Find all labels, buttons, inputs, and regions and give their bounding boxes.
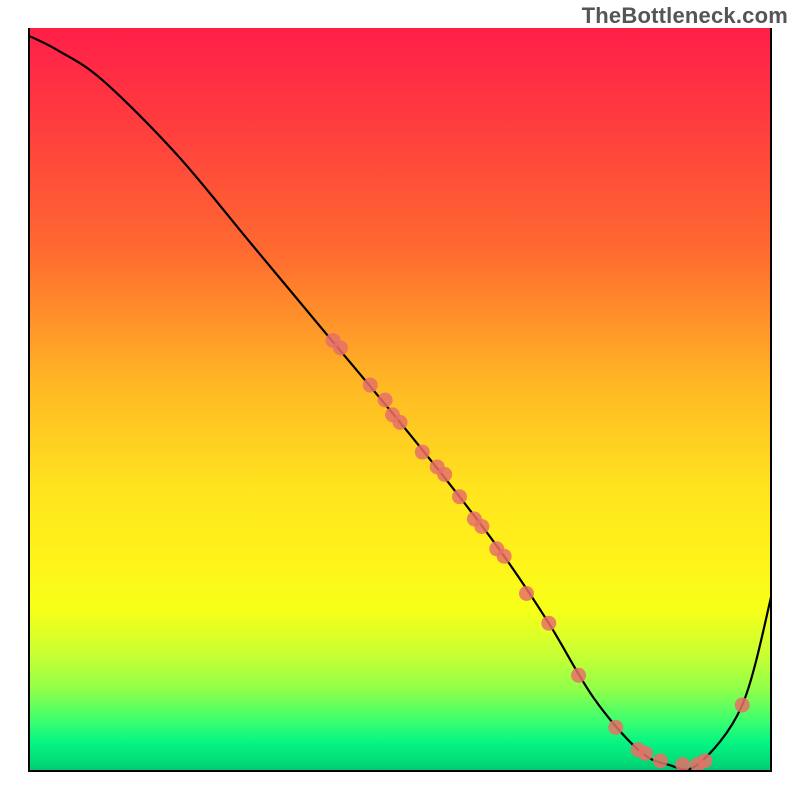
bottleneck-curve-line <box>28 35 772 769</box>
data-point <box>363 378 378 393</box>
data-point <box>541 616 556 631</box>
curve-points <box>326 333 750 772</box>
data-point <box>608 720 623 735</box>
data-point <box>452 489 467 504</box>
plot-area <box>28 28 772 772</box>
data-point <box>653 753 668 768</box>
data-point <box>519 586 534 601</box>
curve-svg <box>28 28 772 772</box>
watermark-label: TheBottleneck.com <box>582 3 788 29</box>
data-point <box>415 445 430 460</box>
data-point <box>333 340 348 355</box>
data-point <box>638 746 653 761</box>
data-point <box>698 753 713 768</box>
data-point <box>675 757 690 772</box>
data-point <box>474 519 489 534</box>
data-point <box>497 549 512 564</box>
data-point <box>437 467 452 482</box>
figure-root: TheBottleneck.com <box>0 0 800 800</box>
data-point <box>393 415 408 430</box>
data-point <box>378 393 393 408</box>
data-point <box>571 668 586 683</box>
data-point <box>735 698 750 713</box>
